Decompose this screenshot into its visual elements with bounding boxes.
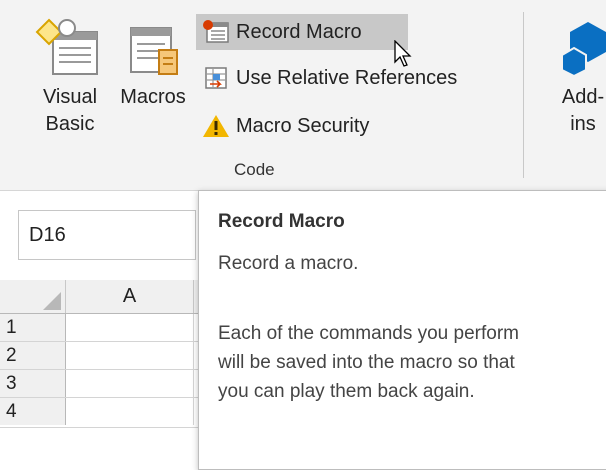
addins-label-line2: ins xyxy=(570,113,596,135)
relative-references-icon xyxy=(202,66,230,90)
row-header[interactable]: 1 xyxy=(0,314,66,341)
macros-icon xyxy=(123,18,183,78)
record-macro-tooltip: Record Macro Record a macro. Each of the… xyxy=(198,190,606,470)
use-relative-references-label: Use Relative References xyxy=(236,66,458,89)
cell-a2[interactable] xyxy=(66,342,194,369)
addins-icon xyxy=(558,18,606,78)
table-row: 4 xyxy=(0,398,200,428)
code-group-label: Code xyxy=(234,160,275,179)
column-header-a[interactable]: A xyxy=(66,280,194,313)
cell-a3[interactable] xyxy=(66,370,194,397)
macro-security-label: Macro Security xyxy=(236,114,370,137)
mouse-cursor-icon xyxy=(394,39,412,68)
row-header[interactable]: 2 xyxy=(0,342,66,369)
column-header-row: A xyxy=(0,280,200,314)
record-macro-button[interactable]: Record Macro xyxy=(196,14,408,50)
table-row: 1 xyxy=(0,314,200,342)
tooltip-title: Record Macro xyxy=(218,211,345,232)
visual-basic-label-line1: Visual xyxy=(42,86,98,108)
ribbon: Visual Basic Macros Record Macro Use Rel… xyxy=(0,0,606,191)
record-macro-icon xyxy=(202,20,230,44)
row-header[interactable]: 4 xyxy=(0,398,66,425)
macros-label: Macros xyxy=(120,86,186,108)
record-macro-label: Record Macro xyxy=(236,20,362,43)
tooltip-body: Each of the commands you perform will be… xyxy=(218,323,519,402)
cell-a1[interactable] xyxy=(66,314,194,341)
warning-icon xyxy=(202,114,230,138)
use-relative-references-button[interactable]: Use Relative References xyxy=(196,60,506,96)
group-separator xyxy=(523,12,524,178)
visual-basic-button[interactable]: Visual Basic xyxy=(32,18,108,138)
addins-label-line1: Add- xyxy=(561,86,605,108)
row-header[interactable]: 3 xyxy=(0,370,66,397)
macro-security-button[interactable]: Macro Security xyxy=(196,108,426,144)
visual-basic-label-line2: Basic xyxy=(45,113,95,135)
macros-button[interactable]: Macros xyxy=(112,18,194,111)
addins-button[interactable]: Add- ins xyxy=(548,18,606,138)
visual-basic-icon xyxy=(35,18,105,78)
name-box[interactable]: D16 xyxy=(18,210,196,260)
table-row: 3 xyxy=(0,370,200,398)
table-row: 2 xyxy=(0,342,200,370)
tooltip-subtitle: Record a macro. xyxy=(218,253,359,274)
select-all-corner[interactable] xyxy=(0,280,66,313)
cell-a4[interactable] xyxy=(66,398,194,425)
select-all-triangle-icon xyxy=(43,292,61,310)
name-box-value: D16 xyxy=(29,224,66,246)
